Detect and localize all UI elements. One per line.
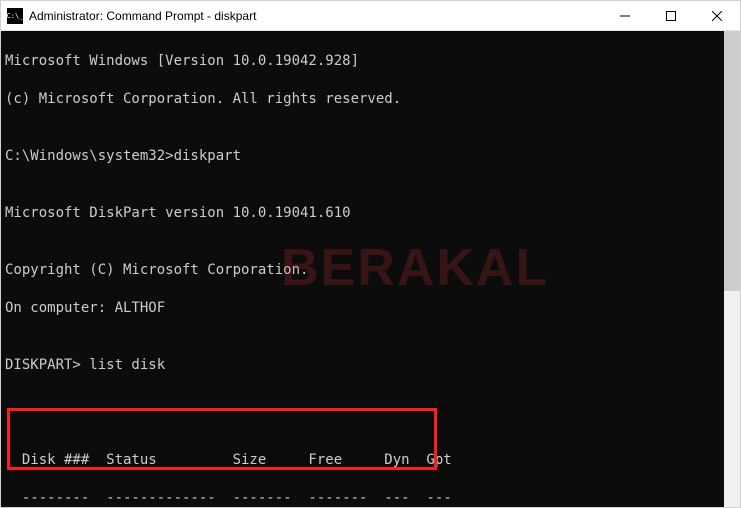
window-title: Administrator: Command Prompt - diskpart — [29, 9, 256, 23]
window-controls — [602, 1, 740, 30]
prompt-command: diskpart — [174, 148, 241, 164]
diskpart-copyright-line: Copyright (C) Microsoft Corporation. — [5, 261, 724, 280]
cmd-icon — [7, 8, 23, 24]
minimize-button[interactable] — [602, 1, 648, 30]
list-disk-command: list disk — [81, 357, 165, 373]
os-copyright-line: (c) Microsoft Corporation. All rights re… — [5, 90, 724, 109]
disk-table: Disk ### Status Size Free Dyn Gpt ------… — [5, 413, 724, 507]
title-bar: Administrator: Command Prompt - diskpart — [1, 1, 740, 31]
on-computer-line: On computer: ALTHOF — [5, 299, 724, 318]
diskpart-version-line: Microsoft DiskPart version 10.0.19041.61… — [5, 204, 724, 223]
vertical-scrollbar[interactable] — [724, 31, 740, 507]
os-version-line: Microsoft Windows [Version 10.0.19042.92… — [5, 52, 724, 71]
terminal-output[interactable]: Microsoft Windows [Version 10.0.19042.92… — [1, 31, 724, 507]
diskpart-prompt-list: DISKPART> list disk — [5, 356, 724, 375]
disk-table-header: Disk ### Status Size Free Dyn Gpt — [5, 451, 724, 470]
scrollbar-thumb[interactable] — [724, 31, 740, 291]
diskpart-prompt: DISKPART> — [5, 357, 81, 373]
prompt-line-1: C:\Windows\system32>diskpart — [5, 147, 724, 166]
prompt-path: C:\Windows\system32> — [5, 148, 174, 164]
disk-table-divider: -------- ------------- ------- ------- -… — [5, 489, 724, 507]
client-area: Microsoft Windows [Version 10.0.19042.92… — [1, 31, 740, 507]
close-button[interactable] — [694, 1, 740, 30]
maximize-button[interactable] — [648, 1, 694, 30]
